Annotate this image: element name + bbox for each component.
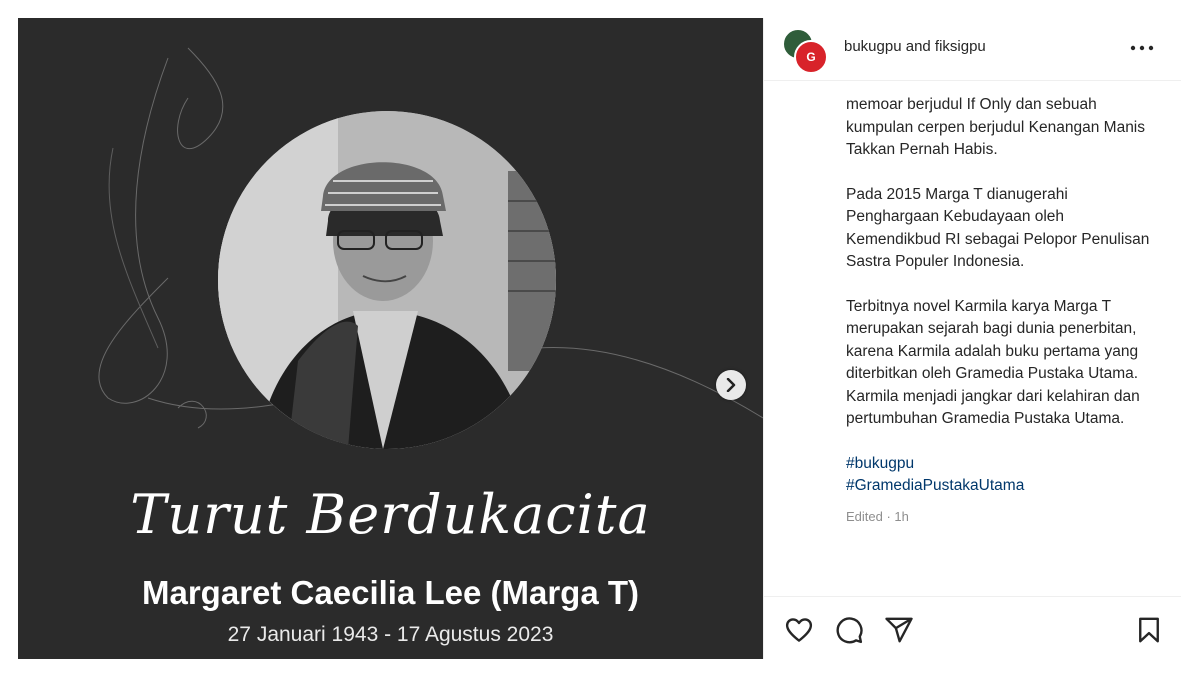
heart-icon — [785, 618, 813, 642]
instagram-post: Turut Berdukacita Margaret Caecilia Lee … — [18, 18, 1181, 659]
save-button[interactable] — [1134, 615, 1164, 645]
caption-paragraph: Pada 2015 Marga T dianugerahi Penghargaa… — [846, 185, 1150, 271]
send-icon — [885, 617, 913, 643]
next-image-button[interactable] — [716, 370, 746, 400]
edited-timestamp: Edited · 1h — [846, 508, 909, 524]
caption-paragraph: memoar berjudul If Only dan sebuah kumpu… — [846, 96, 1146, 158]
portrait-photo — [218, 111, 556, 449]
account-names[interactable]: bukugpu and fiksigpu — [844, 38, 986, 55]
avatar-fiksigpu[interactable]: G — [794, 40, 828, 74]
more-horizontal-icon — [1130, 45, 1154, 51]
like-button[interactable] — [784, 615, 814, 645]
post-image[interactable]: Turut Berdukacita Margaret Caecilia Lee … — [18, 18, 763, 659]
hashtag-link[interactable]: #GramediaPustakaUtama — [846, 475, 1161, 498]
avatar[interactable]: G — [782, 28, 828, 74]
share-button[interactable] — [884, 615, 914, 645]
life-dates: 27 Januari 1943 - 17 Agustus 2023 — [227, 623, 554, 646]
more-options-button[interactable] — [1124, 36, 1160, 60]
deceased-name: Margaret Caecilia Lee (Marga T) — [142, 574, 639, 611]
action-bar — [764, 596, 1181, 660]
chevron-right-icon — [726, 378, 736, 392]
hashtag-link[interactable]: #bukugpu — [846, 453, 1161, 476]
post-header: G bukugpu and fiksigpu — [764, 18, 1181, 81]
comment-icon — [836, 617, 863, 644]
post-caption: memoar berjudul If Only dan sebuah kumpu… — [846, 94, 1161, 594]
bookmark-icon — [1139, 617, 1159, 643]
headline-script: Turut Berdukacita — [130, 483, 651, 546]
comment-button[interactable] — [834, 615, 864, 645]
post-sidebar: G bukugpu and fiksigpu memoar berjudul I… — [763, 18, 1181, 659]
caption-paragraph: Terbitnya novel Karmila karya Marga T me… — [846, 297, 1140, 428]
